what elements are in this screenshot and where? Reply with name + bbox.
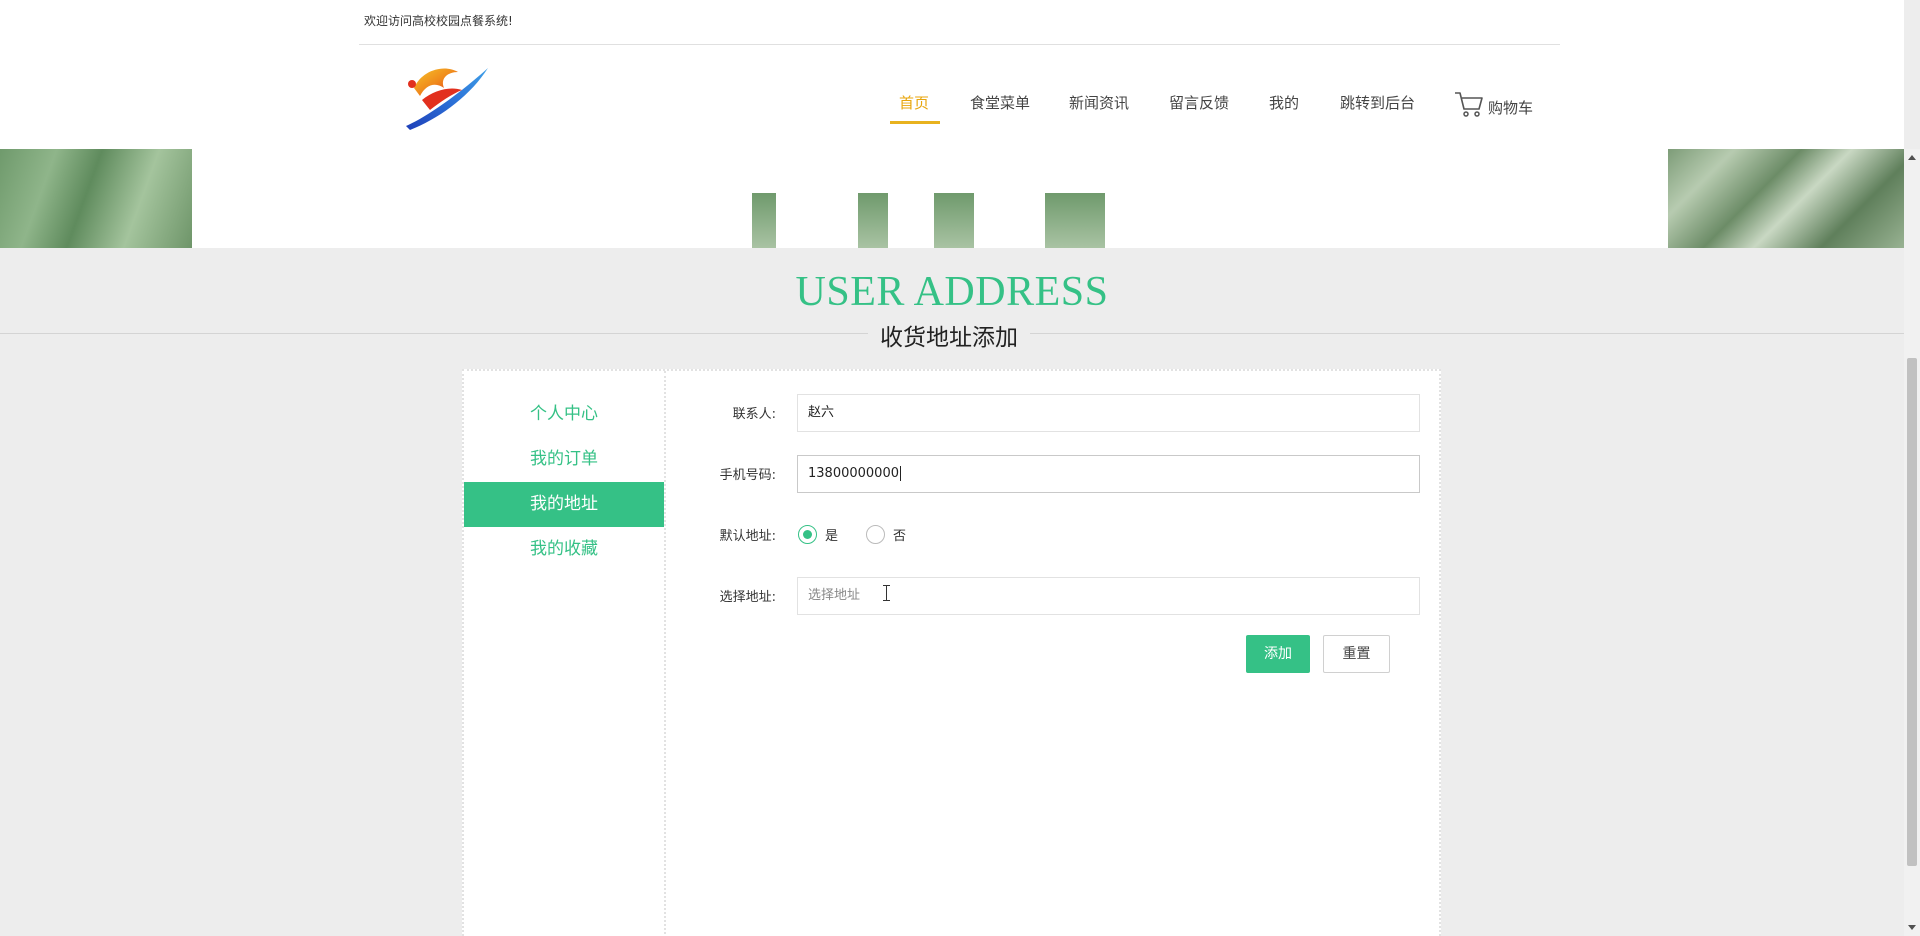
radio-unchecked-icon (866, 525, 885, 544)
sidebar-item-user-center[interactable]: 个人中心 (464, 392, 664, 437)
radio-checked-icon (798, 525, 817, 544)
banner-letter (752, 193, 776, 248)
nav-mine[interactable]: 我的 (1269, 92, 1299, 113)
nav-canteen-menu[interactable]: 食堂菜单 (970, 92, 1030, 113)
phone-value: 13800000000 (808, 466, 899, 481)
default-address-label: 默认地址: (719, 529, 776, 544)
reset-button[interactable]: 重置 (1323, 635, 1390, 673)
radio-label-yes: 是 (825, 529, 839, 544)
scroll-down-icon[interactable] (1908, 925, 1916, 930)
cart-icon (1455, 92, 1483, 117)
scroll-thumb[interactable] (1907, 358, 1917, 866)
site-header: 欢迎访问高校校园点餐系统! 首页 食堂菜单 新闻资讯 留言反馈 我的 跳转到后台 (0, 0, 1904, 149)
nav-feedback[interactable]: 留言反馈 (1169, 92, 1229, 113)
radio-label-no: 否 (893, 529, 907, 544)
banner-left-photo (0, 149, 192, 248)
default-address-row: 默认地址: 是 否 (666, 514, 1426, 554)
banner-letter (858, 193, 888, 248)
section-title-cn: 收货地址添加 (868, 318, 1030, 352)
phone-input[interactable]: 13800000000 (797, 455, 1420, 493)
top-bar: 欢迎访问高校校园点餐系统! (359, 0, 1560, 45)
contact-row: 联系人: 赵六 (666, 392, 1426, 432)
cart-link[interactable]: 购物车 (1454, 90, 1533, 118)
sidebar-item-orders[interactable]: 我的订单 (464, 437, 664, 482)
user-sidebar: 个人中心 我的订单 我的地址 我的收藏 (464, 371, 666, 936)
phone-label: 手机号码: (719, 468, 776, 483)
banner-image (0, 149, 1904, 248)
banner-letter (934, 193, 974, 248)
text-cursor-icon (883, 585, 890, 601)
default-yes-radio[interactable]: 是 (798, 525, 838, 544)
nav-active-indicator (890, 121, 940, 124)
text-caret (899, 466, 901, 481)
contact-input[interactable]: 赵六 (797, 394, 1420, 432)
default-no-radio[interactable]: 否 (866, 525, 906, 544)
add-button[interactable]: 添加 (1246, 635, 1310, 673)
contact-label: 联系人: (732, 407, 776, 422)
sidebar-item-favorites[interactable]: 我的收藏 (464, 527, 664, 572)
cart-label: 购物车 (1488, 99, 1534, 117)
welcome-text: 欢迎访问高校校园点餐系统! (364, 14, 513, 28)
phone-row: 手机号码: 13800000000 (666, 453, 1426, 493)
page-scrollbar[interactable] (1904, 149, 1920, 936)
scroll-up-icon[interactable] (1908, 155, 1916, 160)
nav-news[interactable]: 新闻资讯 (1069, 92, 1129, 113)
nav-home[interactable]: 首页 (899, 92, 929, 113)
select-address-label: 选择地址: (719, 590, 776, 605)
banner-right-photo (1668, 149, 1904, 248)
site-logo[interactable] (400, 60, 492, 132)
nav-admin[interactable]: 跳转到后台 (1340, 92, 1415, 113)
sidebar-item-address[interactable]: 我的地址 (464, 482, 664, 527)
select-address-row: 选择地址: 选择地址 (666, 575, 1426, 615)
select-address-input[interactable]: 选择地址 (797, 577, 1420, 615)
banner-letter (1045, 193, 1105, 248)
section-title-en: USER ADDRESS (795, 269, 1109, 315)
